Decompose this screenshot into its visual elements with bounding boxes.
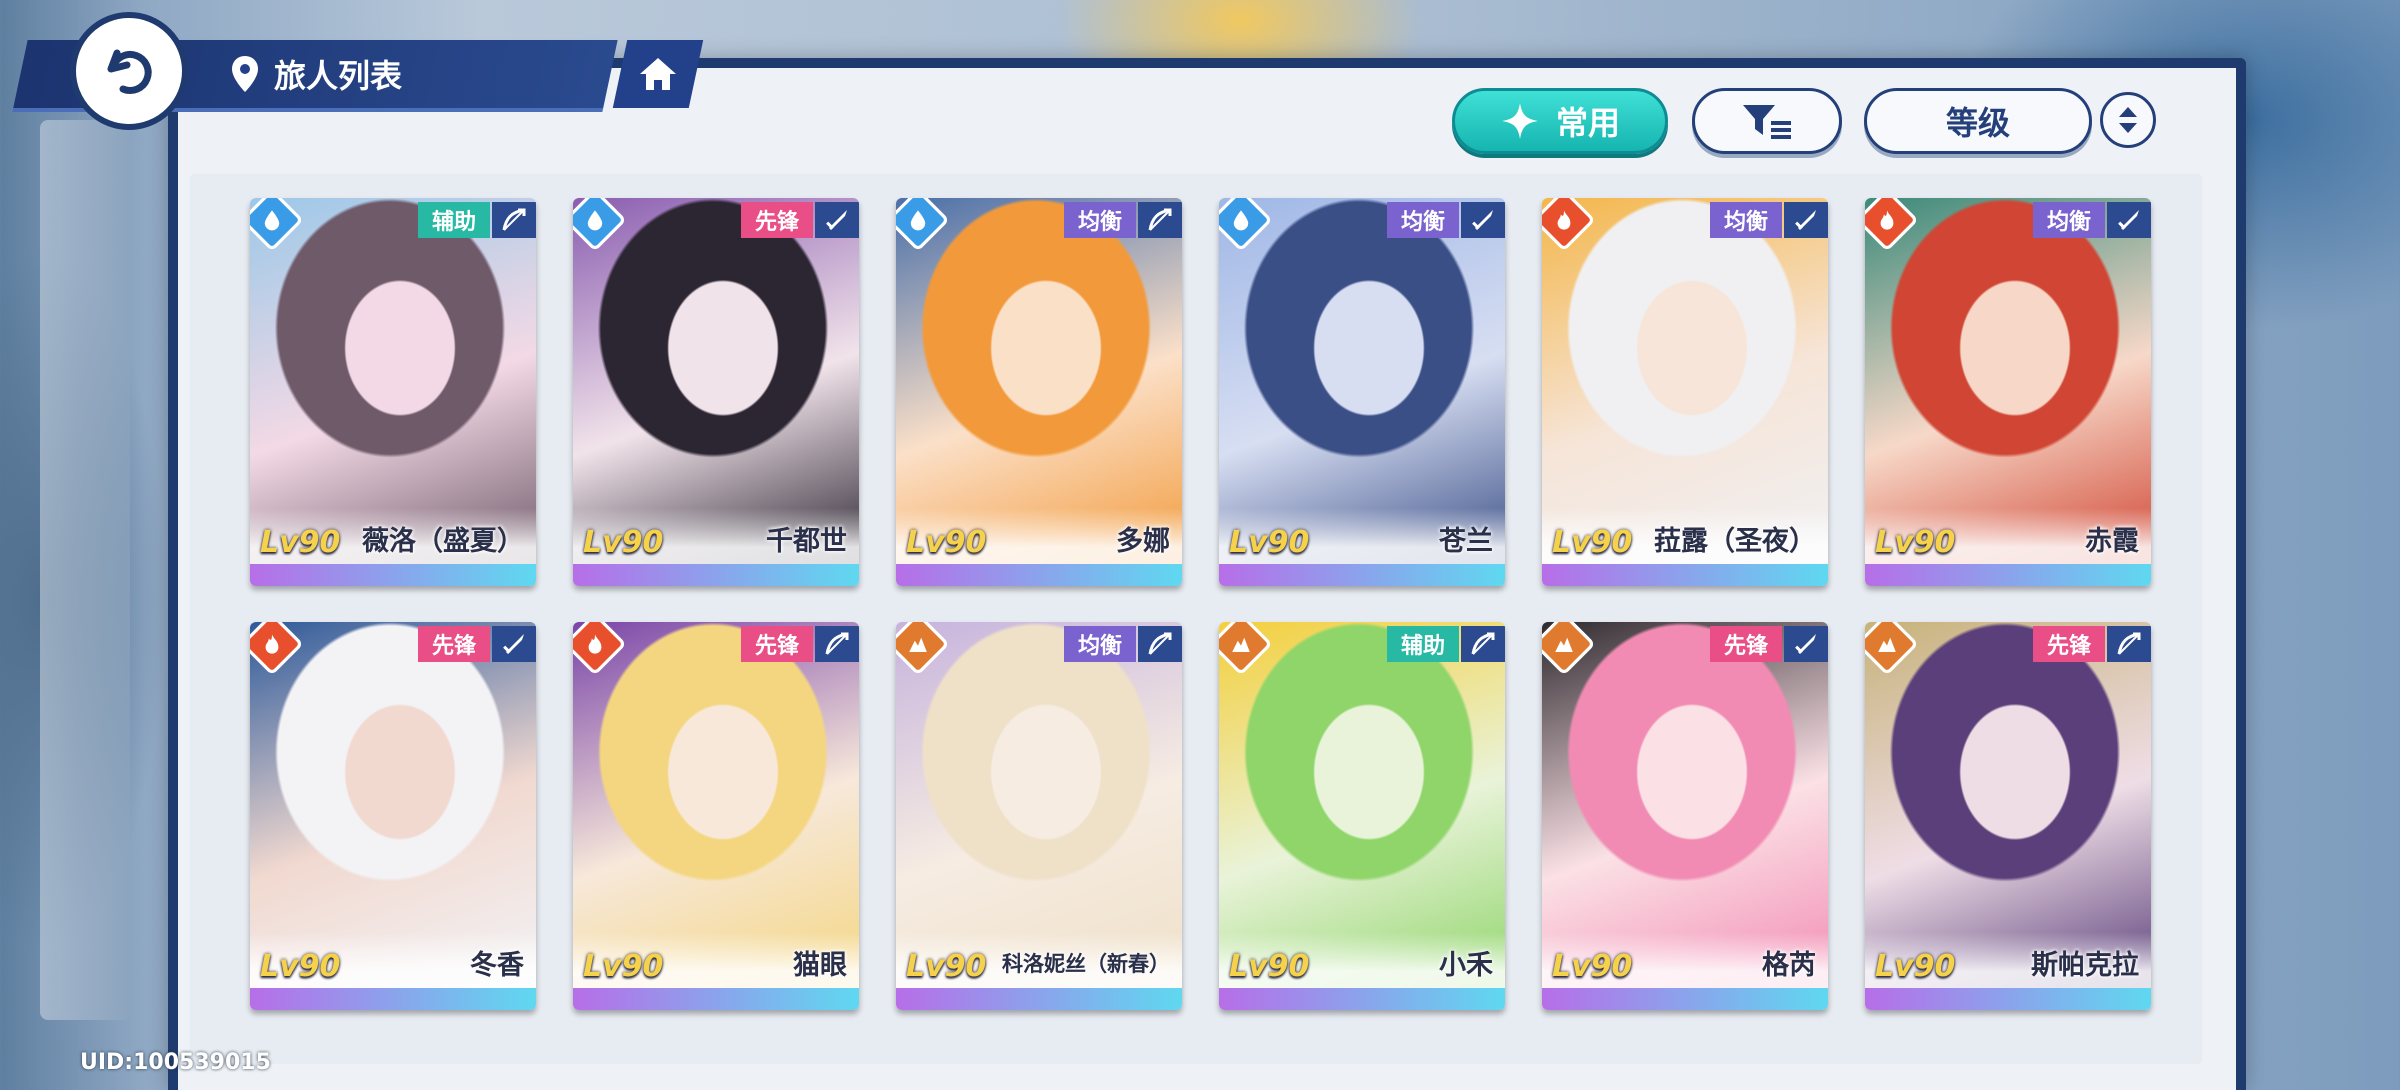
role-badge: 先锋 <box>2032 626 2105 662</box>
role-badge: 均衡 <box>1386 202 1459 238</box>
rarity-strip <box>250 988 536 1010</box>
role-badge: 先锋 <box>740 626 813 662</box>
character-level: Lv90 <box>1552 525 1633 560</box>
character-level: Lv90 <box>906 525 987 560</box>
character-card[interactable]: 均衡 Lv90 科洛妮丝（新春） <box>896 622 1182 1010</box>
character-card[interactable]: 辅助 Lv90 薇洛（盛夏） <box>250 198 536 586</box>
back-button[interactable] <box>70 12 188 130</box>
user-id: UID:100539015 <box>80 1050 271 1075</box>
character-name: 薇洛（盛夏） <box>362 526 524 557</box>
sword-icon <box>1461 202 1505 238</box>
rarity-strip <box>1865 564 2151 586</box>
character-level: Lv90 <box>260 525 341 560</box>
role-badge: 均衡 <box>1063 626 1136 662</box>
bow-icon <box>1461 626 1505 662</box>
character-name: 猫眼 <box>793 950 847 981</box>
sparkle-icon <box>1501 103 1538 139</box>
role-badge: 先锋 <box>1709 626 1782 662</box>
character-card[interactable]: 均衡 Lv90 多娜 <box>896 198 1182 586</box>
character-card[interactable]: 先锋 Lv90 猫眼 <box>573 622 859 1010</box>
character-card[interactable]: 先锋 Lv90 千都世 <box>573 198 859 586</box>
rarity-strip <box>1219 988 1505 1010</box>
page-title: 旅人列表 <box>274 57 403 95</box>
sword-icon <box>2107 202 2151 238</box>
rarity-strip <box>573 564 859 586</box>
role-badge: 均衡 <box>1709 202 1782 238</box>
rarity-strip <box>250 564 536 586</box>
role-badge: 辅助 <box>417 202 490 238</box>
character-level: Lv90 <box>1229 525 1310 560</box>
character-level: Lv90 <box>906 949 987 984</box>
character-name: 斯帕克拉 <box>2031 950 2139 981</box>
sword-icon <box>492 626 536 662</box>
common-filter-label: 常用 <box>1555 104 1620 142</box>
character-name: 苍兰 <box>1439 526 1493 557</box>
role-badge: 先锋 <box>417 626 490 662</box>
character-name: 格芮 <box>1762 950 1816 981</box>
home-icon <box>640 58 676 90</box>
character-name: 赤霞 <box>2085 526 2139 557</box>
character-name: 千都世 <box>766 526 847 557</box>
rarity-strip <box>1219 564 1505 586</box>
bow-icon <box>1138 626 1182 662</box>
rarity-strip <box>1865 988 2151 1010</box>
character-level: Lv90 <box>583 525 664 560</box>
character-card[interactable]: 辅助 Lv90 小禾 <box>1219 622 1505 1010</box>
character-level: Lv90 <box>1875 525 1956 560</box>
location-pin-icon <box>232 56 258 92</box>
character-name: 科洛妮丝（新春） <box>1002 952 1170 976</box>
home-button[interactable] <box>612 40 704 108</box>
character-level: Lv90 <box>1552 949 1633 984</box>
rarity-strip <box>896 988 1182 1010</box>
sword-icon <box>815 202 859 238</box>
sort-order-toggle[interactable] <box>2100 92 2156 148</box>
bow-icon <box>492 202 536 238</box>
role-badge: 辅助 <box>1386 626 1459 662</box>
sort-down-icon <box>2119 123 2137 133</box>
character-level: Lv90 <box>1229 949 1310 984</box>
rarity-strip <box>1542 988 1828 1010</box>
character-name: 冬香 <box>470 950 524 981</box>
character-level: Lv90 <box>260 949 341 984</box>
character-name: 多娜 <box>1116 526 1170 557</box>
character-level: Lv90 <box>583 949 664 984</box>
character-name: 菈露（圣夜） <box>1654 526 1816 557</box>
sword-icon <box>1784 626 1828 662</box>
bow-icon <box>815 626 859 662</box>
character-card[interactable]: 先锋 Lv90 冬香 <box>250 622 536 1010</box>
common-filter-button[interactable]: 常用 <box>1452 88 1668 154</box>
rarity-strip <box>1542 564 1828 586</box>
role-badge: 先锋 <box>740 202 813 238</box>
background-pillar <box>40 120 130 1020</box>
sword-icon <box>1784 202 1828 238</box>
character-card[interactable]: 先锋 Lv90 格芮 <box>1542 622 1828 1010</box>
filter-button[interactable] <box>1692 88 1842 154</box>
role-badge: 均衡 <box>2032 202 2105 238</box>
rarity-strip <box>573 988 859 1010</box>
sort-by-label: 等级 <box>1945 104 2010 142</box>
sort-by-button[interactable]: 等级 <box>1864 88 2092 154</box>
character-card[interactable]: 均衡 Lv90 苍兰 <box>1219 198 1505 586</box>
character-level: Lv90 <box>1875 949 1956 984</box>
filter-icon <box>1743 105 1791 139</box>
character-card[interactable]: 均衡 Lv90 赤霞 <box>1865 198 2151 586</box>
back-arrow-icon <box>107 49 152 94</box>
bow-icon <box>2107 626 2151 662</box>
bow-icon <box>1138 202 1182 238</box>
rarity-strip <box>896 564 1182 586</box>
page-title-wrap: 旅人列表 <box>230 40 402 108</box>
character-card[interactable]: 先锋 Lv90 斯帕克拉 <box>1865 622 2151 1010</box>
character-name: 小禾 <box>1439 950 1493 981</box>
character-card[interactable]: 均衡 Lv90 菈露（圣夜） <box>1542 198 1828 586</box>
sort-up-icon <box>2119 107 2137 117</box>
role-badge: 均衡 <box>1063 202 1136 238</box>
